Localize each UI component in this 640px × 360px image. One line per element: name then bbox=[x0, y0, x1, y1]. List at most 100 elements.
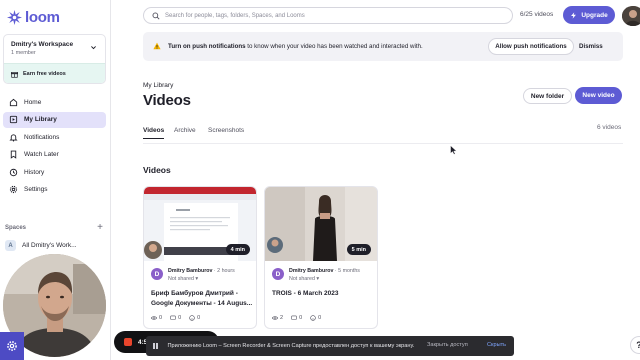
user-avatar[interactable] bbox=[622, 6, 640, 26]
banner-message-rest: to know when your video has been watched… bbox=[245, 43, 423, 50]
dismiss-button[interactable]: Dismiss bbox=[579, 43, 603, 50]
pause-icon bbox=[153, 343, 158, 349]
chevron-down-icon bbox=[91, 46, 96, 50]
owner-name: Dmitry Bamburov bbox=[168, 268, 213, 274]
video-meta: D Dmitry Bamburov · 5 months Not shared … bbox=[272, 268, 360, 282]
tab-videos[interactable]: Videos bbox=[143, 127, 165, 139]
space-item-all-workspace[interactable]: A All Dmitry's Work... bbox=[5, 240, 105, 251]
share-status[interactable]: Not shared ▾ bbox=[168, 276, 235, 282]
tab-screenshots[interactable]: Screenshots bbox=[208, 127, 244, 134]
video-duration: 5 min bbox=[346, 244, 371, 255]
sidebar-item-label: History bbox=[24, 168, 45, 176]
search-placeholder: Search for people, tags, folders, Spaces… bbox=[165, 12, 305, 19]
search-icon bbox=[152, 12, 160, 20]
tab-archive[interactable]: Archive bbox=[174, 127, 196, 134]
stop-sharing-button[interactable]: Закрыть доступ bbox=[427, 342, 468, 348]
workspace-card[interactable]: Dmitry's Workspace 1 member Earn free vi… bbox=[3, 34, 106, 84]
earn-free-videos[interactable]: Earn free videos bbox=[4, 63, 105, 83]
stop-recording-button[interactable] bbox=[124, 338, 132, 346]
video-age: · 5 months bbox=[333, 268, 360, 274]
help-button[interactable]: ? bbox=[630, 336, 640, 354]
video-card[interactable]: 4 min D Dmitry Bamburov · 2 hours Not sh… bbox=[143, 186, 257, 329]
new-folder-label: New folder bbox=[530, 92, 565, 100]
video-duration: 4 min bbox=[225, 244, 250, 255]
views-count: 2 bbox=[280, 315, 284, 321]
banner-message-bold: Turn on push notifications bbox=[168, 43, 246, 50]
share-status-label: Not shared bbox=[168, 276, 194, 282]
spaces-title: Spaces bbox=[5, 225, 27, 231]
video-age: · 2 hours bbox=[212, 268, 235, 274]
reactions-count: 0 bbox=[197, 315, 201, 321]
history-icon bbox=[9, 168, 18, 176]
workspace-switcher[interactable]: Dmitry's Workspace 1 member bbox=[4, 35, 105, 63]
new-video-label: New video bbox=[582, 92, 615, 99]
sidebar-item-label: Settings bbox=[24, 186, 48, 193]
gear-icon bbox=[7, 341, 17, 351]
sidebar-item-my-library[interactable]: My Library bbox=[3, 111, 106, 128]
gear-icon bbox=[9, 185, 18, 194]
video-title[interactable]: Бриф Бамбуров Дмитрий - Google Документы… bbox=[151, 289, 253, 308]
user-avatar-photo bbox=[622, 6, 640, 26]
views-count: 0 bbox=[159, 315, 163, 321]
upgrade-label: Upgrade bbox=[581, 11, 608, 19]
video-card[interactable]: 5 min D Dmitry Bamburov · 5 months Not s… bbox=[264, 186, 378, 329]
video-quota-counter: 6/25 videos bbox=[520, 11, 554, 18]
comments-stat: 0 bbox=[170, 315, 181, 321]
hide-sharing-bar-button[interactable]: Скрыть bbox=[487, 342, 506, 348]
sidebar-item-notifications[interactable]: Notifications bbox=[3, 129, 106, 145]
logo-text: loom bbox=[25, 9, 60, 26]
video-stats: 0 0 0 bbox=[151, 315, 200, 321]
video-meta: D Dmitry Bamburov · 2 hours Not shared ▾ bbox=[151, 268, 235, 282]
mouse-cursor-icon bbox=[450, 145, 457, 155]
new-folder-button[interactable]: New folder bbox=[523, 88, 572, 104]
sidebar-item-label: My Library bbox=[24, 116, 57, 123]
bell-icon bbox=[9, 133, 18, 142]
views-stat: 2 bbox=[272, 315, 283, 321]
lightning-icon bbox=[571, 11, 577, 19]
allow-push-label: Allow push notifications bbox=[495, 43, 567, 50]
sidebar-item-settings[interactable]: Settings bbox=[3, 182, 106, 198]
add-space-button[interactable]: + bbox=[97, 223, 103, 233]
share-status-label: Not shared bbox=[289, 276, 315, 282]
sidebar-item-label: Notifications bbox=[24, 133, 60, 141]
reactions-stat: 0 bbox=[310, 315, 321, 321]
sidebar-item-home[interactable]: Home bbox=[3, 94, 106, 110]
workspace-members: 1 member bbox=[11, 50, 36, 56]
search-input[interactable]: Search for people, tags, folders, Spaces… bbox=[143, 7, 513, 24]
breadcrumb[interactable]: My Library bbox=[143, 82, 173, 89]
spaces-header: Spaces + bbox=[5, 223, 103, 233]
recorder-settings-button[interactable] bbox=[0, 332, 24, 360]
library-icon bbox=[9, 115, 18, 124]
smile-icon bbox=[189, 315, 195, 321]
video-thumbnail[interactable]: 4 min bbox=[144, 187, 256, 261]
page-title: Videos bbox=[143, 92, 191, 109]
owner-avatar: D bbox=[272, 268, 284, 280]
allow-push-notifications-button[interactable]: Allow push notifications bbox=[488, 38, 574, 55]
new-video-button[interactable]: New video bbox=[575, 87, 622, 104]
video-stats: 2 0 0 bbox=[272, 315, 321, 321]
earn-label: Earn free videos bbox=[23, 71, 66, 77]
comments-count: 0 bbox=[178, 315, 182, 321]
owner-name: Dmitry Bamburov bbox=[289, 268, 334, 274]
section-title-videos: Videos bbox=[143, 165, 171, 175]
upgrade-button[interactable]: Upgrade bbox=[563, 6, 615, 24]
home-icon bbox=[9, 98, 18, 106]
video-title[interactable]: TROIS - 6 March 2023 bbox=[272, 289, 374, 299]
smile-icon bbox=[310, 315, 316, 321]
eye-icon bbox=[151, 316, 157, 320]
workspace-name: Dmitry's Workspace bbox=[11, 41, 74, 48]
sidebar-item-watch-later[interactable]: Watch Later bbox=[3, 147, 106, 163]
space-label: All Dmitry's Work... bbox=[22, 242, 77, 249]
push-notification-banner: Turn on push notifications to know when … bbox=[143, 32, 623, 61]
reactions-stat: 0 bbox=[189, 315, 200, 321]
share-status[interactable]: Not shared ▾ bbox=[289, 276, 360, 282]
video-count: 6 videos bbox=[597, 124, 622, 131]
comment-icon bbox=[170, 315, 176, 320]
loom-logo[interactable]: loom bbox=[7, 9, 60, 26]
gift-icon bbox=[11, 71, 18, 78]
banner-message: Turn on push notifications to know when … bbox=[168, 43, 423, 50]
video-thumbnail[interactable]: 5 min bbox=[265, 187, 377, 261]
sidebar-nav: Home My Library Notifications Watch Late… bbox=[3, 94, 106, 199]
screen-sharing-bar: Приложению Loom – Screen Recorder & Scre… bbox=[146, 336, 514, 356]
sidebar-item-history[interactable]: History bbox=[3, 164, 106, 180]
